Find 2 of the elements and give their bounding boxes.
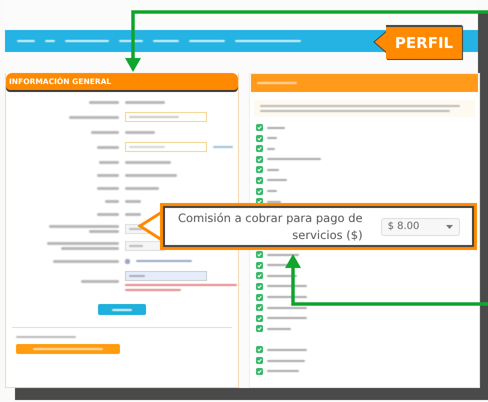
field-label: Comisión a cobrar para pago de servicios ($) [176,210,363,244]
commission-select[interactable]: $ 8.00 [380,218,460,236]
